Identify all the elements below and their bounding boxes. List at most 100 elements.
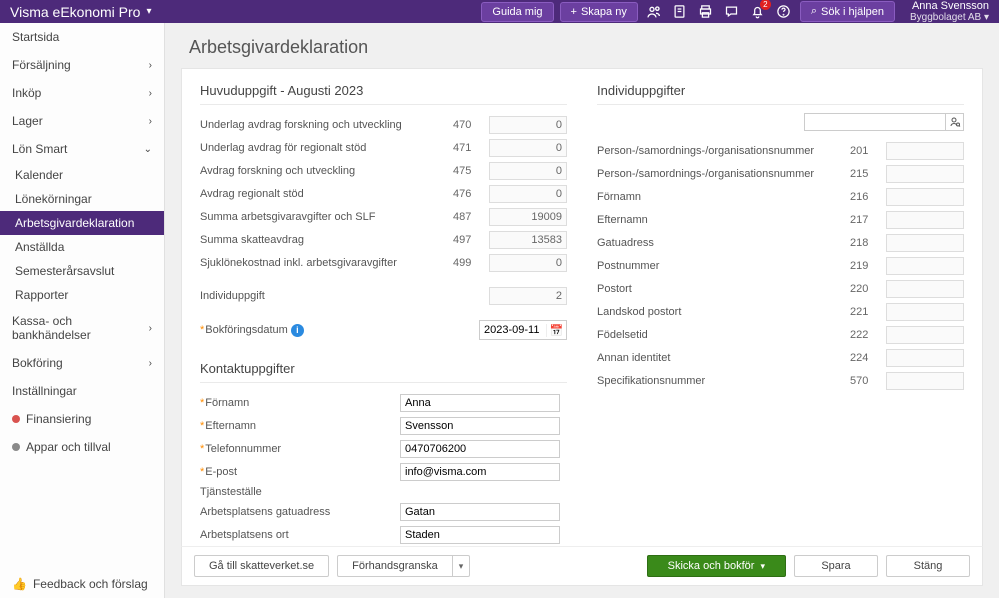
huvud-row-label: Summa skatteavdrag: [200, 234, 453, 246]
indiv-row-value: [886, 211, 964, 229]
indiv-row-code: 218: [850, 237, 886, 249]
save-button[interactable]: Spara: [794, 555, 878, 577]
notification-badge: 2: [760, 0, 771, 10]
plus-icon: +: [571, 6, 577, 18]
indiv-row-code: 215: [850, 168, 886, 180]
nav-bokforing[interactable]: Bokföring›: [0, 349, 164, 377]
contact-input[interactable]: [400, 417, 560, 435]
huvud-row-value: [489, 116, 567, 134]
indiv-row-value: [886, 257, 964, 275]
nav-rapporter[interactable]: Rapporter: [0, 283, 164, 307]
individ-search-input[interactable]: [804, 113, 946, 131]
document-icon[interactable]: [669, 1, 691, 23]
chevron-down-icon[interactable]: ▾: [146, 6, 151, 17]
contact-input[interactable]: [400, 463, 560, 481]
preview-dropdown[interactable]: ▾: [453, 555, 471, 577]
help-icon[interactable]: [773, 1, 795, 23]
chat-icon[interactable]: [721, 1, 743, 23]
users-icon[interactable]: [643, 1, 665, 23]
indiv-row-value: [886, 280, 964, 298]
nav-anstallda[interactable]: Anställda: [0, 235, 164, 259]
nav-forsaljning[interactable]: Försäljning›: [0, 51, 164, 79]
contact-input[interactable]: [400, 503, 560, 521]
indiv-row-label: Födelsetid: [597, 329, 850, 341]
indiv-row-code: 222: [850, 329, 886, 341]
indiv-row-label: Landskod postort: [597, 306, 850, 318]
huvud-row-code: 476: [453, 188, 489, 200]
contact-label: Efternamn: [200, 420, 400, 432]
help-search[interactable]: ⌕Sök i hjälpen: [800, 1, 895, 22]
nav-appar[interactable]: Appar och tillval: [0, 433, 164, 461]
create-new-button[interactable]: +Skapa ny: [560, 2, 638, 22]
nav-lonekorningar[interactable]: Lönekörningar: [0, 187, 164, 211]
individuppgift-label: Individuppgift: [200, 290, 453, 302]
indiv-row-code: 220: [850, 283, 886, 295]
sidebar: Startsida Försäljning› Inköp› Lager› Lön…: [0, 23, 165, 598]
user-menu[interactable]: Anna Svensson Byggbolaget AB ▾: [910, 0, 989, 23]
preview-button[interactable]: Förhandsgranska: [337, 555, 453, 577]
huvud-row-value: [489, 231, 567, 249]
info-icon[interactable]: i: [291, 324, 304, 337]
user-company: Byggbolaget AB: [910, 12, 981, 23]
nav-lon-smart[interactable]: Lön Smart⌄: [0, 135, 164, 163]
indiv-row-code: 216: [850, 191, 886, 203]
nav-kalender[interactable]: Kalender: [0, 163, 164, 187]
skatteverket-button[interactable]: Gå till skatteverket.se: [194, 555, 329, 577]
indiv-row-label: Gatuadress: [597, 237, 850, 249]
chevron-right-icon: ›: [149, 358, 152, 369]
individ-search-button[interactable]: [946, 113, 964, 131]
nav-startsida[interactable]: Startsida: [0, 23, 164, 51]
indiv-row-label: Postnummer: [597, 260, 850, 272]
indiv-row-label: Förnamn: [597, 191, 850, 203]
huvud-row-code: 499: [453, 257, 489, 269]
chevron-down-icon: ⌄: [144, 144, 152, 155]
indiv-row-label: Postort: [597, 283, 850, 295]
contact-label: Arbetsplatsens gatuadress: [200, 506, 400, 518]
footer-toolbar: Gå till skatteverket.se Förhandsgranska …: [181, 546, 983, 586]
indiv-row-value: [886, 326, 964, 344]
huvud-row-code: 470: [453, 119, 489, 131]
nav-arbetsgivardeklaration[interactable]: Arbetsgivardeklaration: [0, 211, 164, 235]
individuppgift-value: [489, 287, 567, 305]
user-name: Anna Svensson: [910, 0, 989, 12]
indiv-row-value: [886, 303, 964, 321]
contact-label: Förnamn: [200, 397, 400, 409]
nav-finansiering[interactable]: Finansiering: [0, 405, 164, 433]
huvud-row-label: Avdrag regionalt stöd: [200, 188, 453, 200]
huvud-row-value: [489, 208, 567, 226]
indiv-row-value: [886, 188, 964, 206]
indiv-row-code: 217: [850, 214, 886, 226]
nav-kassa[interactable]: Kassa- och bankhändelser›: [0, 307, 164, 349]
nav-inkop[interactable]: Inköp›: [0, 79, 164, 107]
nav-feedback[interactable]: 👍Feedback och förslag: [0, 570, 164, 598]
send-and-book-button[interactable]: Skicka och bokför▾: [647, 555, 786, 577]
indiv-row-label: Person-/samordnings-/organisationsnummer: [597, 145, 850, 157]
indiv-row-value: [886, 165, 964, 183]
huvud-row-code: 487: [453, 211, 489, 223]
print-icon[interactable]: [695, 1, 717, 23]
indiv-row-value: [886, 372, 964, 390]
indiv-row-label: Efternamn: [597, 214, 850, 226]
huvud-row-label: Summa arbetsgivaravgifter och SLF: [200, 211, 453, 223]
bokforingsdatum-input[interactable]: [480, 324, 546, 336]
nav-installningar[interactable]: Inställningar: [0, 377, 164, 405]
contact-input[interactable]: [400, 440, 560, 458]
bell-icon[interactable]: 2: [747, 1, 769, 23]
close-button[interactable]: Stäng: [886, 555, 970, 577]
indiv-row-label: Specifikationsnummer: [597, 375, 850, 387]
nav-lager[interactable]: Lager›: [0, 107, 164, 135]
thumbs-up-icon: 👍: [12, 577, 27, 591]
huvud-row-label: Underlag avdrag för regionalt stöd: [200, 142, 453, 154]
huvud-row-value: [489, 162, 567, 180]
indiv-row-code: 221: [850, 306, 886, 318]
content-area: Arbetsgivardeklaration Huvuduppgift - Au…: [165, 23, 999, 598]
guide-button[interactable]: Guida mig: [481, 2, 553, 22]
contact-input[interactable]: [400, 526, 560, 544]
topbar: Visma eEkonomi Pro ▾ Guida mig +Skapa ny…: [0, 0, 999, 23]
indiv-row-code: 570: [850, 375, 886, 387]
status-dot-icon: [12, 415, 20, 423]
contact-label: Tjänsteställe: [200, 486, 400, 498]
calendar-icon[interactable]: 📅: [546, 324, 566, 337]
nav-semesterarsavslut[interactable]: Semesterårsavslut: [0, 259, 164, 283]
contact-input[interactable]: [400, 394, 560, 412]
